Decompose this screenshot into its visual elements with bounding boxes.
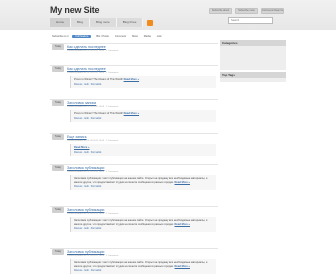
post-item: Today Заголовок публикации Posted by Adm… — [50, 248, 218, 280]
post-excerpt: Prove to Winter! The Dream of This World… — [70, 76, 216, 88]
post-excerpt: Заголовок публикации: текст публикации н… — [70, 175, 216, 191]
post-links[interactable]: Discuss · Edit · Permalink — [74, 227, 213, 230]
nav-item-blog[interactable]: Blog — [71, 18, 91, 27]
post-meta: Posted by Admin on 01.05.2012 10:09 · 2 … — [67, 213, 119, 215]
comments-button[interactable]: Comments Resp bound — [261, 8, 284, 14]
post-excerpt: Read More » Discuss · Edit · Permalink — [70, 144, 216, 156]
post-item: Today Заголовок записи Posted by Admin o… — [50, 99, 218, 133]
post-title-link[interactable]: Еще запись — [67, 135, 87, 139]
post-links[interactable]: Discuss · Edit · Permalink — [74, 117, 213, 120]
nav-item-blog-three[interactable]: Blog three — [116, 18, 144, 27]
read-more-link[interactable]: Read More » — [124, 78, 139, 81]
tab-link[interactable]: Link — [156, 35, 163, 38]
nav-item-home[interactable]: Home — [50, 18, 72, 27]
post-title-link[interactable]: Как сделать последнее — [67, 67, 106, 71]
post-excerpt: Заголовок публикации: текст публикации н… — [70, 217, 216, 233]
read-more-link[interactable]: Read More » — [175, 265, 190, 268]
read-more-link[interactable]: Read More » — [124, 112, 139, 115]
post-links[interactable]: Discuss · Edit · Permalink — [74, 185, 213, 188]
read-more-link[interactable]: Read More » — [175, 181, 190, 184]
subscribe-bar: Subscribe to it Full feature Blo / Posts… — [52, 34, 163, 39]
read-more-link[interactable]: Read More » — [74, 146, 89, 149]
post-meta: Posted by Admin on 01.05.2012 10:09 · 2 … — [67, 255, 119, 257]
tab-most[interactable]: Most — [131, 35, 139, 38]
tab-full-feature[interactable]: Full feature — [72, 35, 92, 38]
post-item: Today Как сделать последнее Posted by Ad… — [50, 65, 218, 99]
subscribe-label: Subscribe to it — [52, 35, 69, 38]
site-title[interactable]: My new Site — [50, 5, 100, 15]
post-title-link[interactable]: Заголовок публикации — [67, 166, 104, 170]
post-item: Today Как сделать последнее Posted by Ad… — [50, 43, 218, 65]
tags-widget: Top Tags — [220, 72, 286, 82]
date-badge: Today — [52, 66, 64, 72]
date-badge: Today — [52, 165, 64, 171]
post-item: Today Заголовок публикации Posted by Adm… — [50, 164, 218, 206]
rss-icon[interactable] — [147, 19, 154, 26]
main-content: Subscribe to it Full feature Blo / Posts… — [50, 34, 218, 280]
post-links[interactable]: Discuss · Edit · Permalink — [74, 83, 213, 86]
post-item: Today Еще запись Posted by Admin on 01.0… — [50, 133, 218, 164]
post-title-link[interactable]: Заголовок публикации — [67, 208, 104, 212]
post-text: Prove to Winter! The Dream of This World… — [74, 112, 123, 115]
post-excerpt: Prove to Winter! The Dream of This World… — [70, 110, 216, 122]
top-navigation: Home Blog Blog more Blog three — [50, 18, 157, 27]
date-badge: Today — [52, 100, 64, 106]
post-title-link[interactable]: Как сделать последнее — [67, 45, 106, 49]
tab-posts[interactable]: Blo / Posts — [95, 35, 109, 38]
post-links[interactable]: Discuss · Edit · Permalink — [74, 151, 213, 154]
post-text: Prove to Winter! The Dream of This World… — [74, 78, 123, 81]
categories-body — [220, 46, 286, 70]
post-title-link[interactable]: Заголовок записи — [67, 101, 96, 105]
post-excerpt: Заголовок публикации: текст публикации н… — [70, 259, 216, 275]
search-input[interactable] — [228, 17, 273, 24]
post-meta: Posted by Admin on 01.05.2012 10:09 · 2 … — [67, 50, 119, 52]
post-meta: Posted by Admin on 01.05.2012 10:09 · 2 … — [67, 72, 119, 74]
categories-widget: Categories — [220, 40, 286, 70]
site-header: My new Site Home Blog Blog more Blog thr… — [0, 0, 336, 30]
post-title-link[interactable]: Заголовок публикации — [67, 250, 104, 254]
date-badge: Today — [52, 134, 64, 140]
tab-media[interactable]: Media — [143, 35, 152, 38]
tags-body — [220, 78, 286, 82]
post-item: Today Заголовок публикации Posted by Adm… — [50, 206, 218, 248]
sidebar: Categories Top Tags — [220, 34, 286, 280]
tab-comment[interactable]: Comment — [114, 35, 127, 38]
post-meta: Posted by Admin on 01.05.2012 10:09 · 2 … — [67, 171, 119, 173]
subscribe-more-button[interactable]: Subscribe more — [235, 8, 258, 14]
post-meta: Posted by Admin on 01.05.2012 10:09 · 2 … — [67, 106, 119, 108]
nav-item-blog-more[interactable]: Blog more — [90, 18, 117, 27]
top-buttons: Subscribe about Subscribe more Comments … — [209, 8, 284, 14]
post-links[interactable]: Discuss · Edit · Permalink — [74, 269, 213, 272]
date-badge: Today — [52, 207, 64, 213]
date-badge: Today — [52, 44, 64, 50]
subscribe-button[interactable]: Subscribe about — [209, 8, 232, 14]
read-more-link[interactable]: Read More » — [175, 223, 190, 226]
date-badge: Today — [52, 249, 64, 255]
post-meta: Posted by Admin on 01.05.2012 10:09 · 2 … — [67, 140, 119, 142]
